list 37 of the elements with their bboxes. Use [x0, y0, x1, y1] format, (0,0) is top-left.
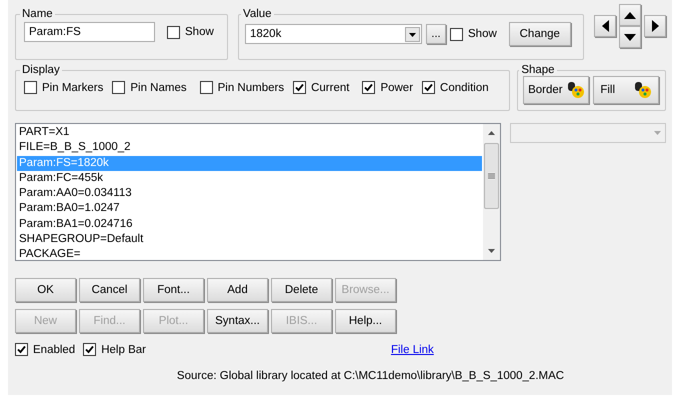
checkbox-label: Enabled	[33, 344, 76, 356]
shape-button[interactable]: Border	[523, 76, 590, 104]
value-combo[interactable]: 1820k	[245, 24, 422, 44]
checkbox-label: Show	[468, 28, 497, 40]
list-item[interactable]: Param:BA0=1.0247	[17, 201, 482, 217]
change-button[interactable]: Change	[508, 22, 571, 46]
checkbox-label: Help Bar	[101, 344, 146, 356]
group-label: Value	[242, 8, 273, 20]
checkbox-label: Pin Numbers	[218, 82, 284, 94]
dialog-button[interactable]: OK	[15, 278, 76, 302]
source-status: Source: Global library located at C:\MC11demo\library\B_B_S_1000_2.MAC	[176, 370, 566, 382]
group-label: Display	[21, 64, 61, 76]
checkbox-label: Pin Markers	[42, 82, 104, 94]
checkbox-label: Show	[185, 26, 214, 38]
checkbox-label: Pin Names	[130, 82, 187, 94]
list-item[interactable]: Param:AA0=0.034113	[17, 186, 482, 202]
browse-button[interactable]: ...	[426, 24, 446, 44]
group-label: Shape	[520, 64, 556, 76]
dialog-button[interactable]: Cancel	[79, 278, 140, 302]
checkbox-label: Power	[380, 82, 414, 94]
list-item[interactable]: PART=X1	[17, 125, 482, 140]
dialog-button[interactable]: Delete	[271, 278, 332, 302]
list-item[interactable]: SHAPEGROUP=Default	[17, 232, 482, 248]
list-item[interactable]: Param:FC=455k	[17, 170, 482, 186]
list-item[interactable]: Param:BA1=0.024716	[17, 216, 482, 232]
shape-button[interactable]: Fill	[593, 76, 660, 104]
checkbox-label: Condition	[440, 82, 489, 94]
list-item[interactable]: FILE=B_B_S_1000_2	[17, 140, 482, 156]
list-item[interactable]: PACKAGE=	[17, 247, 482, 260]
group-label: Name	[21, 8, 54, 20]
dialog-button[interactable]: Add	[207, 278, 268, 302]
checkbox-label: Current	[311, 82, 350, 94]
dialog-button[interactable]: Syntax...	[207, 309, 268, 333]
file-link[interactable]: File Link	[390, 344, 434, 356]
name-field[interactable]: Param:FS	[24, 22, 155, 42]
dialog-button[interactable]: Font...	[143, 278, 204, 302]
dialog-button[interactable]: Help...	[335, 309, 396, 333]
